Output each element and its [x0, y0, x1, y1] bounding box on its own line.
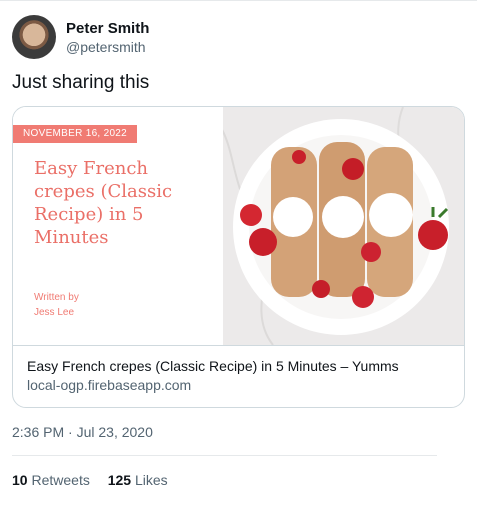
- user-handle[interactable]: @petersmith: [66, 39, 146, 55]
- recipe-title: Easy French crepes (Classic Recipe) in 5…: [34, 158, 173, 248]
- likes-stat[interactable]: 125 Likes: [108, 472, 168, 488]
- tweet-timestamp[interactable]: 2:36 PM · Jul 23, 2020: [12, 424, 153, 440]
- retweets-label: Retweets: [31, 472, 90, 488]
- card-text-panel: NOVEMBER 16, 2022 Easy French crepes (Cl…: [13, 107, 223, 345]
- divider: [12, 455, 437, 456]
- display-name[interactable]: Peter Smith: [66, 20, 149, 37]
- crepes-photo: [203, 107, 464, 345]
- top-border: [0, 0, 477, 1]
- engagement-stats: 10 Retweets 125 Likes: [12, 472, 182, 488]
- date-badge: NOVEMBER 16, 2022: [13, 125, 138, 143]
- likes-label: Likes: [134, 472, 168, 488]
- card-divider: [13, 345, 464, 346]
- tweet-text: Just sharing this: [12, 72, 150, 93]
- retweets-count: 10: [12, 472, 28, 488]
- card-title[interactable]: Easy French crepes (Classic Recipe) in 5…: [27, 358, 399, 374]
- author-name: Jess Lee: [34, 307, 75, 318]
- link-preview-card[interactable]: NOVEMBER 16, 2022 Easy French crepes (Cl…: [12, 106, 465, 408]
- avatar[interactable]: [12, 15, 56, 59]
- likes-count: 125: [107, 472, 132, 488]
- retweets-stat[interactable]: 10 Retweets: [12, 472, 94, 488]
- card-image[interactable]: NOVEMBER 16, 2022 Easy French crepes (Cl…: [13, 107, 464, 345]
- card-domain[interactable]: local-ogp.firebaseapp.com: [27, 377, 191, 393]
- written-by-label: Written by: [34, 292, 79, 303]
